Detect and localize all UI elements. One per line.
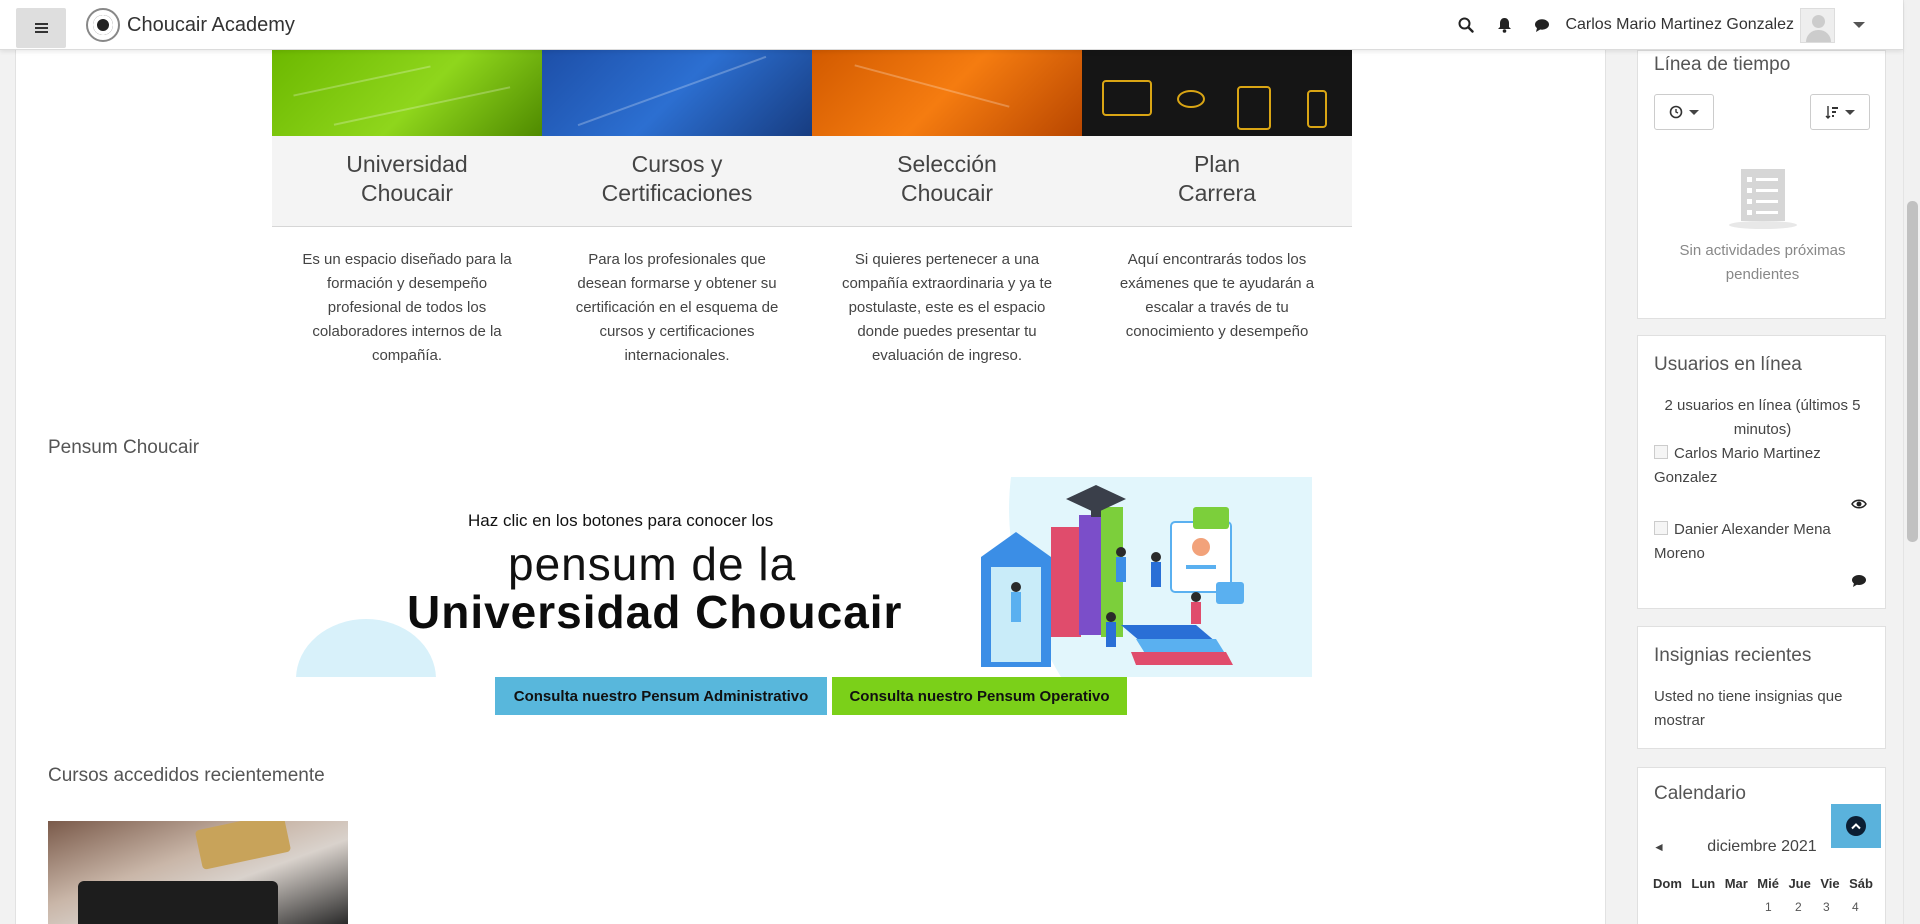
plan-carrera-card-image[interactable] (1082, 50, 1352, 136)
sort-icon (1825, 106, 1838, 119)
pensum-operativo-button[interactable]: Consulta nuestro Pensum Operativo (832, 677, 1127, 715)
site-name: Choucair Academy (127, 13, 295, 36)
seleccion-card-image[interactable] (812, 50, 1082, 136)
cursos-card-image[interactable] (542, 50, 812, 136)
user-icon (1654, 521, 1668, 535)
timeline-empty-text: Sin actividades próximas pendientes (1679, 242, 1846, 283)
online-users-summary: 2 usuarios en línea (últimos 5 minutos) (1664, 397, 1861, 438)
chevron-up-icon (1846, 816, 1866, 836)
bell-icon[interactable] (1491, 12, 1517, 38)
universidad-card-image[interactable] (272, 50, 542, 136)
timeline-sort-button[interactable] (1810, 94, 1870, 130)
weekday-label: Mar (1724, 876, 1748, 891)
calendar-day[interactable]: 3 (1823, 900, 1830, 914)
hamburger-icon (34, 27, 48, 29)
weekday-label: Dom (1653, 876, 1682, 891)
card-title[interactable]: Cursos y Certificaciones (542, 150, 812, 208)
card-title[interactable]: Universidad Choucair (272, 150, 542, 208)
calendar-day[interactable]: 1 (1765, 900, 1772, 914)
weekday-label: Mié (1757, 876, 1779, 891)
weekday-label: Sáb (1849, 876, 1873, 891)
scrollbar-thumb[interactable] (1907, 201, 1918, 542)
user-menu-name[interactable]: Carlos Mario Martinez Gonzalez (1565, 16, 1794, 34)
card-title[interactable]: Selección Choucair (812, 150, 1082, 208)
top-navbar: Choucair Academy Carlos Mario Martinez G… (0, 0, 1903, 50)
online-users-block: Usuarios en línea 2 usuarios en línea (ú… (1637, 335, 1886, 609)
timeline-title: Línea de tiempo (1654, 54, 1791, 75)
recent-course-card-image[interactable] (48, 821, 348, 924)
page-scrollbar[interactable] (1903, 0, 1920, 924)
clock-icon (1669, 105, 1683, 119)
calendar-day[interactable]: 4 (1852, 900, 1859, 914)
user-icon (1654, 445, 1668, 459)
back-to-top-button[interactable] (1831, 804, 1881, 848)
site-brand[interactable]: Choucair Academy (86, 8, 295, 42)
banner-subtitle: Haz clic en los botones para conocer los (468, 511, 774, 530)
calendar-day[interactable]: 2 (1795, 900, 1802, 914)
calendar-dates: 1 2 3 4 (1653, 900, 1873, 920)
timeline-block: Línea de tiempo Sin actividades próximas… (1637, 50, 1886, 319)
pensum-banner: Haz clic en los botones para conocer los… (296, 477, 1312, 677)
calendar-weekdays: Dom Lun Mar Mié Jue Vie Sáb (1653, 876, 1873, 891)
books-illustration (981, 477, 1312, 677)
online-users-title: Usuarios en línea (1654, 354, 1802, 375)
card-titles-strip: Universidad Choucair Cursos y Certificacio… (272, 136, 1352, 227)
timeline-filter-button[interactable] (1654, 94, 1714, 130)
message-icon[interactable] (1851, 574, 1867, 588)
online-user-item[interactable]: Carlos Mario Martinez Gonzalez (1654, 442, 1871, 490)
banner-heading-line2: Universidad Choucair (407, 586, 903, 638)
recent-courses-title: Cursos accedidos recientemente (48, 765, 325, 786)
drawer-toggle-button[interactable] (16, 8, 66, 48)
eye-icon[interactable] (1851, 498, 1867, 510)
card-title[interactable]: Plan Carrera (1082, 150, 1352, 208)
card-description: Para los profesionales que desean formar… (575, 251, 779, 364)
user-avatar[interactable] (1800, 7, 1835, 43)
choucair-logo-icon (86, 8, 120, 42)
card-description: Aquí encontrarás todos los exámenes que … (1119, 251, 1315, 340)
empty-timeline-icon (1729, 169, 1797, 229)
badges-empty-text: Usted no tiene insignias que mostrar (1654, 688, 1843, 729)
badges-title: Insignias recientes (1654, 645, 1812, 666)
card-description: Es un espacio diseñado para la formación… (302, 251, 512, 364)
search-icon[interactable] (1453, 12, 1479, 38)
chevron-down-icon[interactable] (1853, 22, 1865, 28)
calendar-title: Calendario (1654, 783, 1746, 804)
banner-heading-line1: pensum de la (508, 538, 797, 590)
weekday-label: Lun (1691, 876, 1716, 891)
weekday-label: Vie (1820, 876, 1840, 891)
pensum-administrativo-button[interactable]: Consulta nuestro Pensum Administrativo (495, 677, 827, 715)
weekday-label: Jue (1788, 876, 1811, 891)
pensum-section-title: Pensum Choucair (48, 437, 200, 458)
chat-icon[interactable] (1529, 12, 1555, 38)
online-user-item[interactable]: Danier Alexander Mena Moreno (1654, 518, 1871, 566)
card-description: Si quieres pertenecer a una compañía ext… (841, 251, 1053, 364)
badges-block: Insignias recientes Usted no tiene insig… (1637, 626, 1886, 749)
